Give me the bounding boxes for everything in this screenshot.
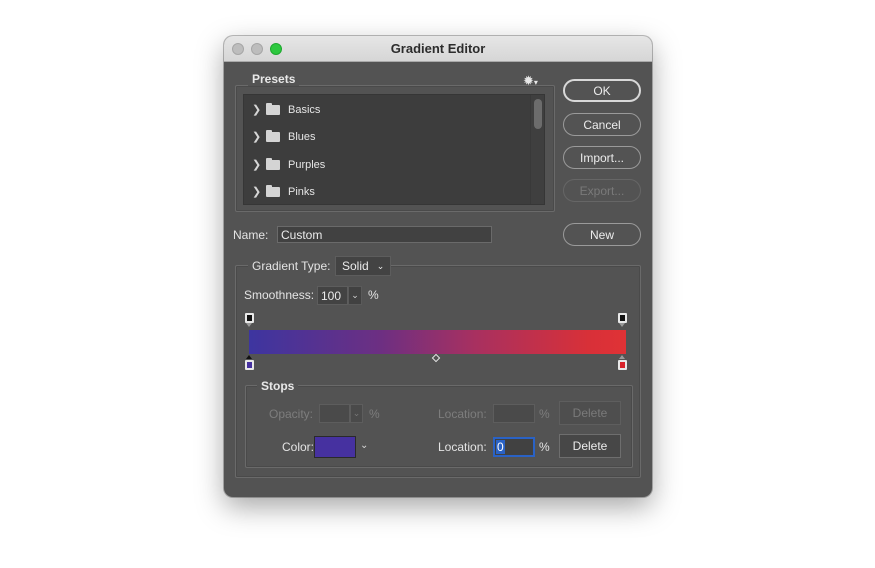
export-button[interactable]: Export...: [563, 179, 641, 202]
opacity-dropdown[interactable]: ⌄: [350, 404, 363, 423]
gear-icon[interactable]: ✹▾: [523, 73, 538, 89]
folder-icon: [266, 157, 280, 170]
opacity-label: Opacity:: [269, 407, 314, 421]
gradient-editor-window: Gradient Editor Presets ✹▾ ❯ Basics ❯ Bl…: [224, 36, 652, 497]
opacity-stop-right[interactable]: [618, 313, 627, 327]
smoothness-label: Smoothness:: [244, 288, 315, 302]
folder-icon: [266, 102, 280, 115]
name-label: Name:: [233, 228, 269, 242]
preset-label: Basics: [288, 103, 321, 116]
gradient-type-value: Solid: [342, 259, 369, 273]
chevron-down-icon[interactable]: ⌄: [360, 440, 368, 451]
chevron-right-icon[interactable]: ❯: [252, 185, 266, 198]
gradient-type-select[interactable]: Solid ⌄: [335, 256, 391, 276]
opacity-input[interactable]: [319, 404, 350, 423]
new-button[interactable]: New: [563, 223, 641, 246]
presets-scrollbar[interactable]: [530, 95, 544, 204]
presets-list: ❯ Basics ❯ Blues ❯ Purples ❯ Pinks: [243, 94, 545, 205]
gradient-preview-bar[interactable]: [249, 330, 626, 354]
opacity-location-input[interactable]: [493, 404, 535, 423]
gradient-type-label: Gradient Type:: [248, 259, 335, 273]
chevron-down-icon: ⌄: [352, 408, 361, 418]
preset-label: Purples: [288, 158, 326, 171]
preset-folder-pinks[interactable]: ❯ Pinks: [244, 178, 532, 205]
color-stop-right[interactable]: [618, 355, 627, 370]
chevron-right-icon[interactable]: ❯: [252, 103, 266, 116]
folder-icon: [266, 184, 280, 197]
color-location-label: Location:: [438, 440, 487, 454]
preset-folder-purples[interactable]: ❯ Purples: [244, 151, 532, 178]
preset-label: Blues: [288, 130, 316, 143]
preset-label: Pinks: [288, 185, 315, 198]
color-location-unit: %: [539, 440, 550, 454]
smoothness-unit: %: [368, 288, 379, 302]
preset-folder-basics[interactable]: ❯ Basics: [244, 96, 532, 123]
color-swatch[interactable]: [314, 436, 356, 458]
opacity-location-label: Location:: [438, 407, 487, 421]
ok-button[interactable]: OK: [563, 79, 641, 102]
folder-icon: [266, 129, 280, 142]
cancel-button[interactable]: Cancel: [563, 113, 641, 136]
color-location-value: 0: [496, 440, 505, 454]
chevron-down-icon: ⌄: [376, 260, 385, 271]
name-input[interactable]: Custom: [277, 226, 492, 243]
smoothness-dropdown[interactable]: ⌄: [348, 286, 362, 305]
chevron-down-icon: ⌄: [351, 290, 359, 300]
title-bar: Gradient Editor: [224, 36, 652, 62]
scrollbar-thumb[interactable]: [534, 99, 542, 129]
opacity-stop-left[interactable]: [245, 313, 254, 327]
stops-title: Stops: [257, 379, 299, 393]
opacity-delete-button[interactable]: Delete: [559, 401, 621, 425]
opacity-location-unit: %: [539, 407, 550, 421]
opacity-unit: %: [369, 407, 380, 421]
color-location-input[interactable]: 0: [493, 437, 535, 457]
chevron-right-icon[interactable]: ❯: [252, 130, 266, 143]
preset-folder-blues[interactable]: ❯ Blues: [244, 123, 532, 150]
window-title: Gradient Editor: [390, 41, 486, 56]
smoothness-input[interactable]: 100: [317, 286, 348, 305]
color-delete-button[interactable]: Delete: [559, 434, 621, 458]
chevron-right-icon[interactable]: ❯: [252, 158, 266, 171]
import-button[interactable]: Import...: [563, 146, 641, 169]
color-stop-left[interactable]: [245, 355, 254, 370]
color-label: Color:: [282, 440, 315, 454]
presets-title: Presets: [248, 72, 300, 86]
